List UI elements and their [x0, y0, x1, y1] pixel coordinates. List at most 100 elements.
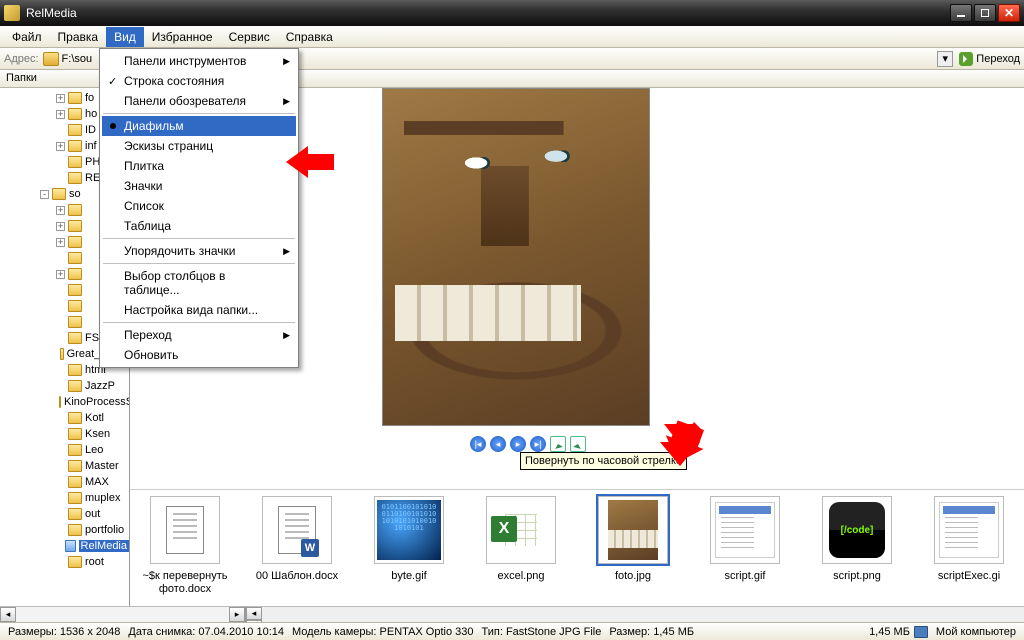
go-icon [959, 52, 973, 66]
thumbnail[interactable]: 00 Шаблон.docx [250, 496, 344, 583]
twisty-none [56, 158, 65, 167]
window-title: RelMedia [26, 6, 948, 20]
twisty-none [56, 254, 65, 263]
menu-item[interactable]: Таблица [102, 216, 296, 236]
go-button[interactable]: Переход [959, 52, 1020, 66]
menu-edit[interactable]: Правка [50, 27, 107, 47]
tree-label: out [85, 508, 100, 520]
tree-label: muplex [85, 492, 120, 504]
tree-row[interactable]: Leo [0, 442, 129, 458]
tree-scroll-left[interactable]: ◂ [0, 607, 16, 622]
menu-view[interactable]: Вид [106, 27, 144, 47]
menu-service[interactable]: Сервис [221, 27, 278, 47]
tree-row[interactable]: muplex [0, 490, 129, 506]
tree-row[interactable]: RelMedia [0, 538, 129, 554]
folder-icon [68, 124, 82, 136]
menu-item[interactable]: Плитка [102, 156, 296, 176]
menu-item[interactable]: Обновить [102, 345, 296, 365]
menu-item[interactable]: Панели инструментов▶ [102, 51, 296, 71]
status-size: Размер: 1,45 МБ [605, 626, 698, 638]
filmstrip[interactable]: ~$к перевернуть фото.docx 00 Шаблон.docx0… [130, 490, 1024, 606]
minimize-button[interactable] [950, 4, 972, 22]
thumbnail-icon [497, 506, 545, 554]
thumbnail[interactable]: excel.png [474, 496, 568, 583]
expand-icon[interactable]: + [56, 238, 65, 247]
address-label: Адрес: [4, 53, 39, 65]
menu-item[interactable]: Выбор столбцов в таблице... [102, 266, 296, 300]
menu-item[interactable]: Настройка вида папки... [102, 300, 296, 320]
folder-icon [68, 220, 82, 232]
rotate-ccw-button[interactable] [550, 436, 566, 452]
tree-row[interactable]: out [0, 506, 129, 522]
tree-row[interactable]: portfolio [0, 522, 129, 538]
menu-item-label: Плитка [124, 159, 164, 173]
expand-icon[interactable]: + [56, 94, 65, 103]
thumbnail[interactable]: scriptExec.gi [922, 496, 1016, 583]
next-button[interactable]: ▸ [510, 436, 526, 452]
thumbnail-icon [166, 506, 204, 554]
menu-item[interactable]: ✓Строка состояния [102, 71, 296, 91]
tree-row[interactable]: Ksen [0, 426, 129, 442]
prev-button[interactable]: ◂ [490, 436, 506, 452]
thumbnail[interactable]: ~$к перевернуть фото.docx [138, 496, 232, 595]
expand-icon[interactable]: + [56, 270, 65, 279]
tree-row[interactable]: Kotl [0, 410, 129, 426]
address-path[interactable]: F:\sou [62, 53, 93, 65]
twisty-none [56, 446, 65, 455]
expand-icon[interactable]: + [56, 110, 65, 119]
radio-dot-icon [110, 123, 116, 129]
tree-row[interactable]: MAX [0, 474, 129, 490]
tree-row[interactable]: Master [0, 458, 129, 474]
folder-icon [68, 380, 82, 392]
folder-icon [68, 268, 82, 280]
tree-row[interactable]: root [0, 554, 129, 570]
address-dropdown[interactable]: ▾ [937, 51, 953, 67]
tree-row[interactable]: JazzP [0, 378, 129, 394]
menu-favorites[interactable]: Избранное [144, 27, 221, 47]
menu-file[interactable]: Файл [4, 27, 50, 47]
view-dropdown[interactable]: Панели инструментов▶✓Строка состоянияПан… [99, 48, 299, 368]
thumbnail[interactable]: foto.jpg [586, 496, 680, 583]
thumbnail-icon [278, 506, 316, 554]
expand-icon[interactable]: + [56, 222, 65, 231]
menu-item[interactable]: Список [102, 196, 296, 216]
tree-label: ID [85, 124, 96, 136]
menu-item[interactable]: Панели обозревателя▶ [102, 91, 296, 111]
folder-icon [59, 396, 61, 408]
tree-label: RelMedia [79, 540, 129, 552]
twisty-none [56, 350, 57, 359]
status-location: Мой компьютер [932, 626, 1020, 638]
twisty-none [56, 510, 65, 519]
menu-item[interactable]: Эскизы страниц [102, 136, 296, 156]
folder-icon [68, 316, 82, 328]
twisty-none [56, 174, 65, 183]
rotate-cw-button[interactable] [570, 436, 586, 452]
menu-item-label: Значки [124, 179, 163, 193]
collapse-icon[interactable]: - [40, 190, 49, 199]
first-button[interactable]: |◂ [470, 436, 486, 452]
tree-row[interactable]: KinoProcessSpec [0, 394, 129, 410]
last-button[interactable]: ▸| [530, 436, 546, 452]
status-type: Тип: FastStone JPG File [478, 626, 606, 638]
tree-scroll-track[interactable] [16, 607, 229, 622]
thumbnail-label: script.png [810, 570, 904, 583]
thumbnail[interactable]: script.gif [698, 496, 792, 583]
twisty-none [56, 334, 65, 343]
expand-icon[interactable]: + [56, 206, 65, 215]
status-date: Дата снимка: 07.04.2010 10:14 [124, 626, 288, 638]
title-bar: RelMedia ✕ [0, 0, 1024, 26]
thumbnail[interactable]: 0101100101010011010010101010101010100101… [362, 496, 456, 583]
menu-item[interactable]: Упорядочить значки▶ [102, 241, 296, 261]
close-button[interactable]: ✕ [998, 4, 1020, 22]
thumbnail-label: ~$к перевернуть фото.docx [138, 570, 232, 595]
menu-item[interactable]: Значки [102, 176, 296, 196]
maximize-button[interactable] [974, 4, 996, 22]
menu-help[interactable]: Справка [278, 27, 341, 47]
twisty-none [56, 430, 65, 439]
thumbnail[interactable]: [/code]script.png [810, 496, 904, 583]
expand-icon[interactable]: + [56, 142, 65, 151]
content-scroll-left[interactable]: ◂ [246, 607, 262, 620]
tree-scroll-right[interactable]: ▸ [229, 607, 245, 622]
menu-item[interactable]: Переход▶ [102, 325, 296, 345]
menu-item[interactable]: Диафильм [102, 116, 296, 136]
